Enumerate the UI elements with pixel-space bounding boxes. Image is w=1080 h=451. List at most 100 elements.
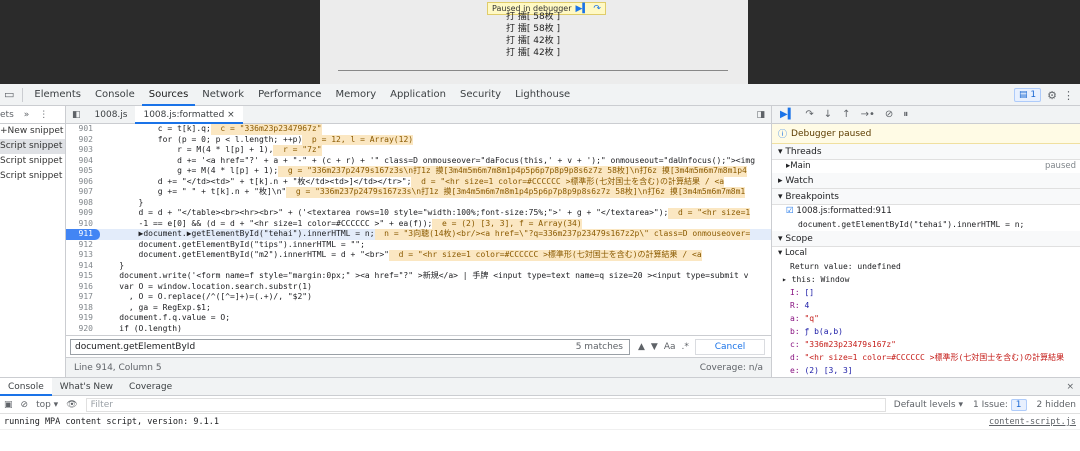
navigator-tab-snippets[interactable]: ets (0, 110, 14, 120)
step-over-icon[interactable]: ↷ (593, 3, 601, 15)
line-number[interactable]: 914 (66, 261, 100, 272)
tab-security[interactable]: Security (453, 84, 508, 106)
code-line[interactable]: 901 c = t[k].q; c = "336m23p2347967z" (66, 124, 771, 135)
line-number[interactable]: 919 (66, 313, 100, 324)
levels-dropdown[interactable]: Default levels ▾ (894, 400, 963, 410)
section-scope[interactable]: ▾ Scope (772, 231, 1080, 247)
code-line[interactable]: 917 , O = O.replace(/^([^=]+)=(.+)/, "$2… (66, 292, 771, 303)
snippet-item[interactable]: Script snippet #3 (0, 169, 65, 184)
step-out-icon[interactable]: ↑ (842, 109, 850, 120)
tab-sources[interactable]: Sources (141, 84, 196, 106)
code-line[interactable]: 903 r = M(4 * l[p] + 1), r = "7z" (66, 145, 771, 156)
code-line[interactable]: 905 g += M(4 * l[p] + 1); g = "336m237p2… (66, 166, 771, 177)
section-breakpoints[interactable]: ▾ Breakpoints (772, 189, 1080, 205)
code-line[interactable]: 909 d = d + "</table><br><hr><br>" + ('<… (66, 208, 771, 219)
messages-badge[interactable]: ▤ 1 (1014, 88, 1042, 102)
line-number[interactable]: 905 (66, 166, 100, 177)
section-watch[interactable]: ▸ Watch (772, 173, 1080, 189)
this-value[interactable]: ▸ this: Window (772, 273, 1080, 286)
snippet-item[interactable]: Script snippet #2 (0, 154, 65, 169)
line-number[interactable]: 911 (66, 229, 100, 240)
drawer-tab-whats-new[interactable]: What's New (52, 378, 121, 396)
line-number[interactable]: 908 (66, 198, 100, 209)
drawer-tab-console[interactable]: Console (0, 377, 52, 396)
thread-row[interactable]: ▸ Main paused (772, 160, 1080, 173)
new-snippet-button[interactable]: +New snippet (0, 124, 65, 139)
line-number[interactable]: 906 (66, 177, 100, 188)
tab-network[interactable]: Network (195, 84, 251, 106)
code-line[interactable]: 904 d += '<a href="?' + a + "-" + (c + r… (66, 156, 771, 167)
section-threads[interactable]: ▾ Threads (772, 144, 1080, 160)
drawer-tab-coverage[interactable]: Coverage (121, 378, 180, 396)
snippet-item[interactable]: Script snippet #1 (0, 139, 65, 154)
code-line[interactable]: 915 document.write('<form name=f style="… (66, 271, 771, 282)
resume-icon[interactable]: ▶▍ (780, 109, 795, 120)
code-lines[interactable]: 901 c = t[k].q; c = "336m23p2347967z" 902… (66, 124, 771, 335)
more-menu-icon[interactable]: ⋮ (39, 110, 48, 120)
device-toggle-icon[interactable]: ▭ (0, 88, 18, 101)
scope-property[interactable]: R: 4 (772, 299, 1080, 312)
close-drawer-icon[interactable]: × (1066, 382, 1080, 392)
sidebar-toggle-icon[interactable]: ▣ (4, 400, 13, 410)
resume-icon[interactable]: ▶▍ (576, 3, 590, 15)
line-number[interactable]: 917 (66, 292, 100, 303)
line-number[interactable]: 902 (66, 135, 100, 146)
step-into-icon[interactable]: ↓ (824, 109, 832, 120)
code-line[interactable]: 919 document.f.q.value = O; (66, 313, 771, 324)
tab-elements[interactable]: Elements (27, 84, 88, 106)
tab-application[interactable]: Application (383, 84, 453, 106)
step-icon[interactable]: →• (861, 109, 875, 120)
deactivate-breakpoints-icon[interactable]: ⊘ (885, 109, 893, 120)
scope-local[interactable]: ▾ Local (772, 247, 1080, 260)
code-line[interactable]: 906 d += "</td><td>" + t[k].n + "枚</td><… (66, 176, 771, 188)
code-line[interactable]: 920 if (O.length) (66, 324, 771, 335)
tab-console[interactable]: Console (88, 84, 142, 106)
line-number[interactable]: 909 (66, 208, 100, 219)
code-line[interactable]: 908 } (66, 198, 771, 209)
close-icon[interactable]: × (227, 110, 235, 120)
checkbox-icon[interactable]: ☑ (786, 206, 794, 216)
code-line[interactable]: 914 } (66, 261, 771, 272)
eye-icon[interactable]: 👁 (66, 400, 77, 410)
tab-performance[interactable]: Performance (251, 84, 328, 106)
console-source-link[interactable]: content-script.js (989, 414, 1076, 429)
editor-tab[interactable]: 1008.js (87, 106, 136, 124)
line-number[interactable]: 913 (66, 250, 100, 261)
line-number[interactable]: 907 (66, 187, 100, 198)
code-line[interactable]: 912 document.getElementById("tips").inne… (66, 240, 771, 251)
context-select[interactable]: top ▾ (36, 400, 58, 410)
step-over-icon[interactable]: ↷ (805, 109, 813, 120)
more-tabs-icon[interactable]: » (24, 110, 30, 120)
scope-property[interactable]: a: "q" (772, 312, 1080, 325)
code-line[interactable]: 907 g += " " + t[k].n + "枚]\n" g = "336m… (66, 187, 771, 198)
toggle-debugger-icon[interactable]: ◨ (756, 110, 771, 120)
pause-on-exceptions-icon[interactable]: ⏸ (903, 109, 908, 120)
regex-button[interactable]: .* (682, 342, 689, 352)
settings-gear-icon[interactable]: ⚙ (1047, 89, 1057, 102)
line-number[interactable]: 918 (66, 303, 100, 314)
code-line[interactable]: 913 document.getElementById("m2").innerH… (66, 250, 771, 261)
line-number[interactable]: 915 (66, 271, 100, 282)
more-menu-icon[interactable]: ⋮ (1063, 89, 1074, 102)
line-number[interactable]: 904 (66, 156, 100, 167)
line-number[interactable]: 903 (66, 145, 100, 156)
code-line[interactable]: 918 , ga = RegExp.$1; (66, 303, 771, 314)
line-number[interactable]: 916 (66, 282, 100, 293)
issues-button[interactable]: 1 Issue: 1 (973, 398, 1027, 411)
editor-tab[interactable]: 1008.js:formatted × (135, 105, 243, 124)
line-number[interactable]: 912 (66, 240, 100, 251)
breakpoint-item[interactable]: ☑ 1008.js:formatted:911 (772, 205, 1080, 218)
search-input[interactable]: document.getElementById 5 matches (70, 338, 630, 355)
code-line[interactable]: 911 ▶document.▶getElementById("tehai").i… (66, 229, 771, 240)
scope-property[interactable]: d: "<hr size=1 color=#CCCCCC >標準形(七対国士を含… (772, 351, 1080, 364)
code-line[interactable]: 910 -1 == e[0] && (d = d + "<hr size=1 c… (66, 218, 771, 229)
code-line[interactable]: 916 var O = window.location.search.subst… (66, 282, 771, 293)
cancel-button[interactable]: Cancel (695, 338, 765, 355)
line-number[interactable]: 901 (66, 124, 100, 135)
scope-property[interactable]: b: ƒ b(a,b) (772, 325, 1080, 338)
tab-memory[interactable]: Memory (328, 84, 383, 106)
prev-match-icon[interactable]: ▲ (638, 342, 645, 352)
scope-property[interactable]: I: [] (772, 286, 1080, 299)
code-line[interactable]: 902 for (p = 0; p < l.length; ++p) p = 1… (66, 134, 771, 146)
scope-property[interactable]: e: (2) [3, 3] (772, 364, 1080, 377)
